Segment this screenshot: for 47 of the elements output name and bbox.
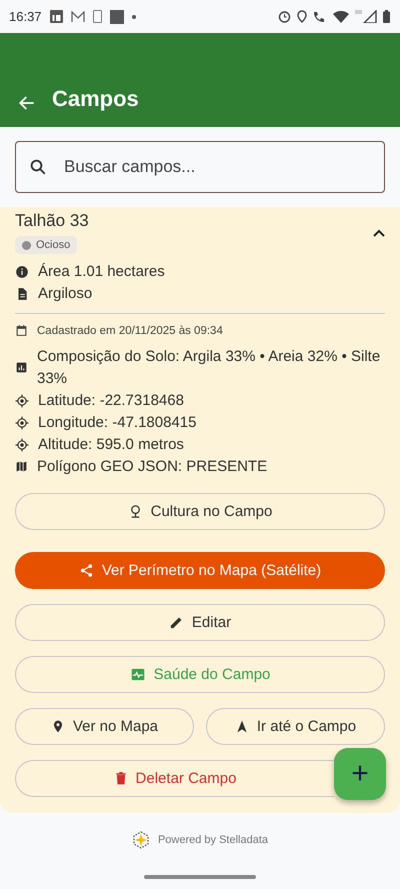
share-nodes-icon bbox=[78, 562, 94, 578]
search-field[interactable]: Buscar campos... bbox=[15, 141, 385, 193]
detail-text: Latitude: -22.7318468 bbox=[38, 390, 184, 410]
location-target-icon bbox=[15, 394, 29, 408]
mail-icon bbox=[70, 10, 85, 22]
location-pin-icon bbox=[297, 10, 307, 23]
back-button[interactable] bbox=[18, 94, 36, 112]
info-icon bbox=[15, 264, 29, 278]
battery-icon bbox=[383, 10, 390, 23]
alarm-icon bbox=[278, 10, 291, 23]
map-icon bbox=[15, 460, 28, 473]
trash-icon bbox=[114, 770, 128, 786]
page-title: Campos bbox=[52, 86, 139, 112]
stelladata-logo-icon bbox=[132, 830, 150, 848]
map-perimeter-button[interactable]: Ver Perímetro no Mapa (Satélite) bbox=[15, 552, 385, 588]
wifi-icon bbox=[333, 10, 349, 22]
pencil-icon bbox=[168, 614, 184, 630]
phone-icon bbox=[92, 10, 102, 23]
detail-text: Altitude: 595.0 metros bbox=[38, 434, 184, 454]
bar-chart-icon bbox=[15, 361, 28, 374]
action-button[interactable]: Ir até o Campo bbox=[206, 708, 385, 744]
action-button[interactable]: Ver no Mapa bbox=[15, 708, 194, 744]
search-icon bbox=[29, 158, 47, 176]
back-arrow-icon bbox=[18, 94, 36, 112]
registration-date: Cadastrado em 20/11/2025 às 09:34 bbox=[37, 324, 223, 338]
field-name: Talhão 33 bbox=[15, 211, 89, 231]
soil-type-text: Argiloso bbox=[38, 284, 92, 304]
dot-icon bbox=[132, 14, 136, 18]
detail-text: Longitude: -47.1808415 bbox=[38, 412, 196, 432]
add-button[interactable]: + bbox=[334, 748, 386, 800]
square-icon bbox=[110, 10, 124, 24]
status-chip: Ocioso bbox=[15, 236, 78, 254]
action-button[interactable]: Editar bbox=[15, 604, 385, 640]
navigation-arrow-icon bbox=[234, 718, 249, 734]
heart-monitor-icon bbox=[130, 666, 146, 682]
area-text: Área 1.01 hectares bbox=[38, 262, 165, 282]
powered-by-text: Powered by Stelladata bbox=[158, 834, 268, 846]
cellular-signal-icon bbox=[355, 10, 377, 23]
detail-text: Polígono GEO JSON: PRESENTE bbox=[37, 456, 268, 476]
location-target-icon bbox=[15, 438, 29, 452]
detail-text: Composição do Solo: Argila 33% • Areia 32% • Silte 33% bbox=[37, 346, 382, 388]
calendar-icon bbox=[15, 324, 28, 337]
clock-time: 16:37 bbox=[9, 9, 42, 24]
action-button[interactable]: Deletar Campo bbox=[15, 760, 334, 796]
location-target-icon bbox=[15, 416, 29, 430]
chevron-up-icon bbox=[373, 229, 385, 237]
action-button[interactable]: Cultura no Campo bbox=[15, 492, 385, 530]
